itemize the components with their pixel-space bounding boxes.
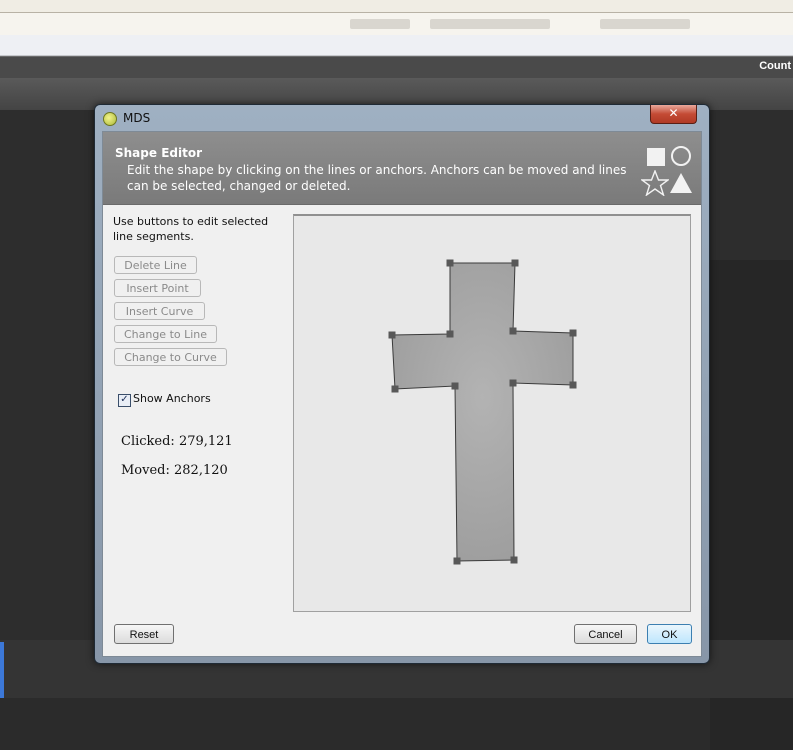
anchor-point[interactable] <box>509 379 517 387</box>
square-icon <box>647 148 665 166</box>
anchor-point[interactable] <box>446 259 454 267</box>
clicked-coordinates: Clicked: 279,121 <box>121 434 233 449</box>
anchor-point[interactable] <box>453 557 461 565</box>
header-band: Shape Editor Edit the shape by clicking … <box>103 132 701 205</box>
shape-drawing[interactable] <box>294 216 690 610</box>
anchor-point[interactable] <box>451 382 459 390</box>
background-titlebar <box>0 0 793 13</box>
background-accent-edge <box>0 642 4 698</box>
show-anchors-label[interactable]: Show Anchors <box>133 392 211 405</box>
instruction-text: Use buttons to edit selected line segmen… <box>113 215 269 243</box>
dialog-client-area: Shape Editor Edit the shape by clicking … <box>102 131 702 657</box>
header-title: Shape Editor <box>115 146 202 160</box>
shape-editor-dialog: MDS ✕ Shape Editor Edit the shape by cli… <box>94 104 710 664</box>
anchor-point[interactable] <box>511 259 519 267</box>
insert-point-button[interactable]: Insert Point <box>114 279 201 297</box>
show-anchors-checkbox[interactable]: ✓ <box>118 394 131 407</box>
background-toolbar <box>0 13 793 35</box>
close-button[interactable]: ✕ <box>650 105 697 124</box>
anchor-point[interactable] <box>509 327 517 335</box>
change-to-line-button[interactable]: Change to Line <box>114 325 217 343</box>
cancel-button[interactable]: Cancel <box>574 624 637 644</box>
background-menu-bar <box>0 56 793 79</box>
anchor-point[interactable] <box>388 331 396 339</box>
anchor-point[interactable] <box>510 556 518 564</box>
reset-button[interactable]: Reset <box>114 624 174 644</box>
background-count-label: Count <box>759 60 791 72</box>
header-description: Edit the shape by clicking on the lines … <box>127 163 627 193</box>
anchor-point[interactable] <box>391 385 399 393</box>
moved-coordinates: Moved: 282,120 <box>121 463 228 478</box>
app-icon <box>103 112 117 126</box>
insert-curve-button[interactable]: Insert Curve <box>114 302 205 320</box>
triangle-icon <box>670 173 692 193</box>
delete-line-button[interactable]: Delete Line <box>114 256 197 274</box>
anchor-point[interactable] <box>569 329 577 337</box>
change-to-curve-button[interactable]: Change to Curve <box>114 348 227 366</box>
close-icon: ✕ <box>668 106 679 120</box>
anchor-point[interactable] <box>569 381 577 389</box>
checkmark-icon: ✓ <box>120 394 129 405</box>
shape-canvas[interactable] <box>293 214 691 612</box>
background-address-bar <box>0 35 793 56</box>
anchor-point[interactable] <box>446 330 454 338</box>
cross-shape[interactable] <box>391 262 574 562</box>
dialog-title: MDS <box>123 111 151 125</box>
ok-button[interactable]: OK <box>647 624 692 644</box>
star-icon <box>641 170 669 196</box>
circle-icon <box>671 146 691 166</box>
